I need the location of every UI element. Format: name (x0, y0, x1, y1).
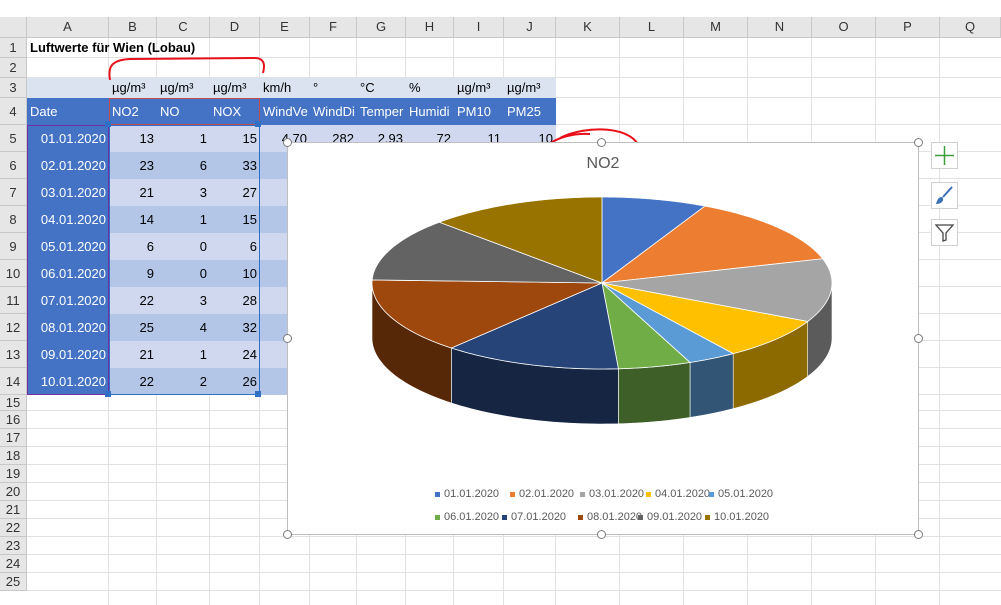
resize-handle[interactable] (597, 138, 606, 147)
legend-label: 09.01.2020 (647, 511, 703, 523)
legend-swatch (709, 491, 714, 497)
range-handle[interactable] (255, 391, 261, 397)
legend-item[interactable]: 09.01.2020 (638, 511, 702, 523)
spreadsheet[interactable]: ABCDEFGHIJKLMNOPQ 1 2 3 4 5 6 7 8 9 10 11 12 13 14 15 1… (0, 0, 1001, 605)
legend-item[interactable]: 07.01.2020 (502, 511, 566, 523)
legend-item[interactable]: 03.01.2020 (580, 488, 644, 500)
resize-handle[interactable] (597, 530, 606, 539)
legend-item[interactable]: 01.01.2020 (435, 488, 499, 500)
legend-label: 01.01.2020 (444, 488, 500, 500)
legend-label: 02.01.2020 (519, 488, 575, 500)
legend-swatch (578, 514, 583, 520)
pie-slice-side-6[interactable] (618, 362, 691, 425)
legend-label: 03.01.2020 (589, 488, 645, 500)
legend-item[interactable]: 04.01.2020 (646, 488, 710, 500)
legend-swatch (705, 514, 710, 520)
range-handle[interactable] (255, 121, 261, 127)
filter-icon (934, 224, 955, 242)
bracket-annotation (108, 56, 265, 81)
legend-label: 08.01.2020 (587, 511, 643, 523)
legend-item[interactable]: 05.01.2020 (709, 488, 773, 500)
chart-filters-button[interactable] (931, 219, 958, 246)
pie-slice-side-5[interactable] (689, 353, 734, 418)
resize-handle[interactable] (283, 530, 292, 539)
range-handle[interactable] (105, 391, 111, 397)
brush-icon (936, 186, 953, 204)
pie-chart[interactable] (288, 143, 918, 534)
chart-area[interactable]: NO2 01.01.2020 02.01.2020 03.01.2020 04.01.… (287, 142, 919, 535)
legend-item[interactable]: 08.01.2020 (578, 511, 642, 523)
resize-handle[interactable] (914, 138, 923, 147)
legend-item[interactable]: 06.01.2020 (435, 511, 499, 523)
legend-swatch (502, 514, 507, 520)
resize-handle[interactable] (914, 334, 923, 343)
resize-handle[interactable] (283, 334, 292, 343)
legend-label: 07.01.2020 (511, 511, 567, 523)
legend-swatch (510, 491, 515, 497)
range-handle[interactable] (105, 121, 111, 127)
legend-swatch (580, 491, 585, 497)
legend-swatch (638, 514, 643, 520)
resize-handle[interactable] (914, 530, 923, 539)
chart-styles-button[interactable] (931, 182, 958, 209)
legend-label: 10.01.2020 (714, 511, 770, 523)
resize-handle[interactable] (283, 138, 292, 147)
legend-label: 05.01.2020 (718, 488, 774, 500)
legend-label: 06.01.2020 (444, 511, 500, 523)
legend-item[interactable]: 02.01.2020 (510, 488, 574, 500)
plus-icon (935, 146, 954, 165)
legend-item[interactable]: 10.01.2020 (705, 511, 769, 523)
legend-swatch (646, 491, 651, 497)
legend-swatch (435, 514, 440, 520)
legend-swatch (435, 491, 440, 497)
legend-label: 04.01.2020 (655, 488, 711, 500)
chart-elements-button[interactable] (931, 142, 958, 169)
